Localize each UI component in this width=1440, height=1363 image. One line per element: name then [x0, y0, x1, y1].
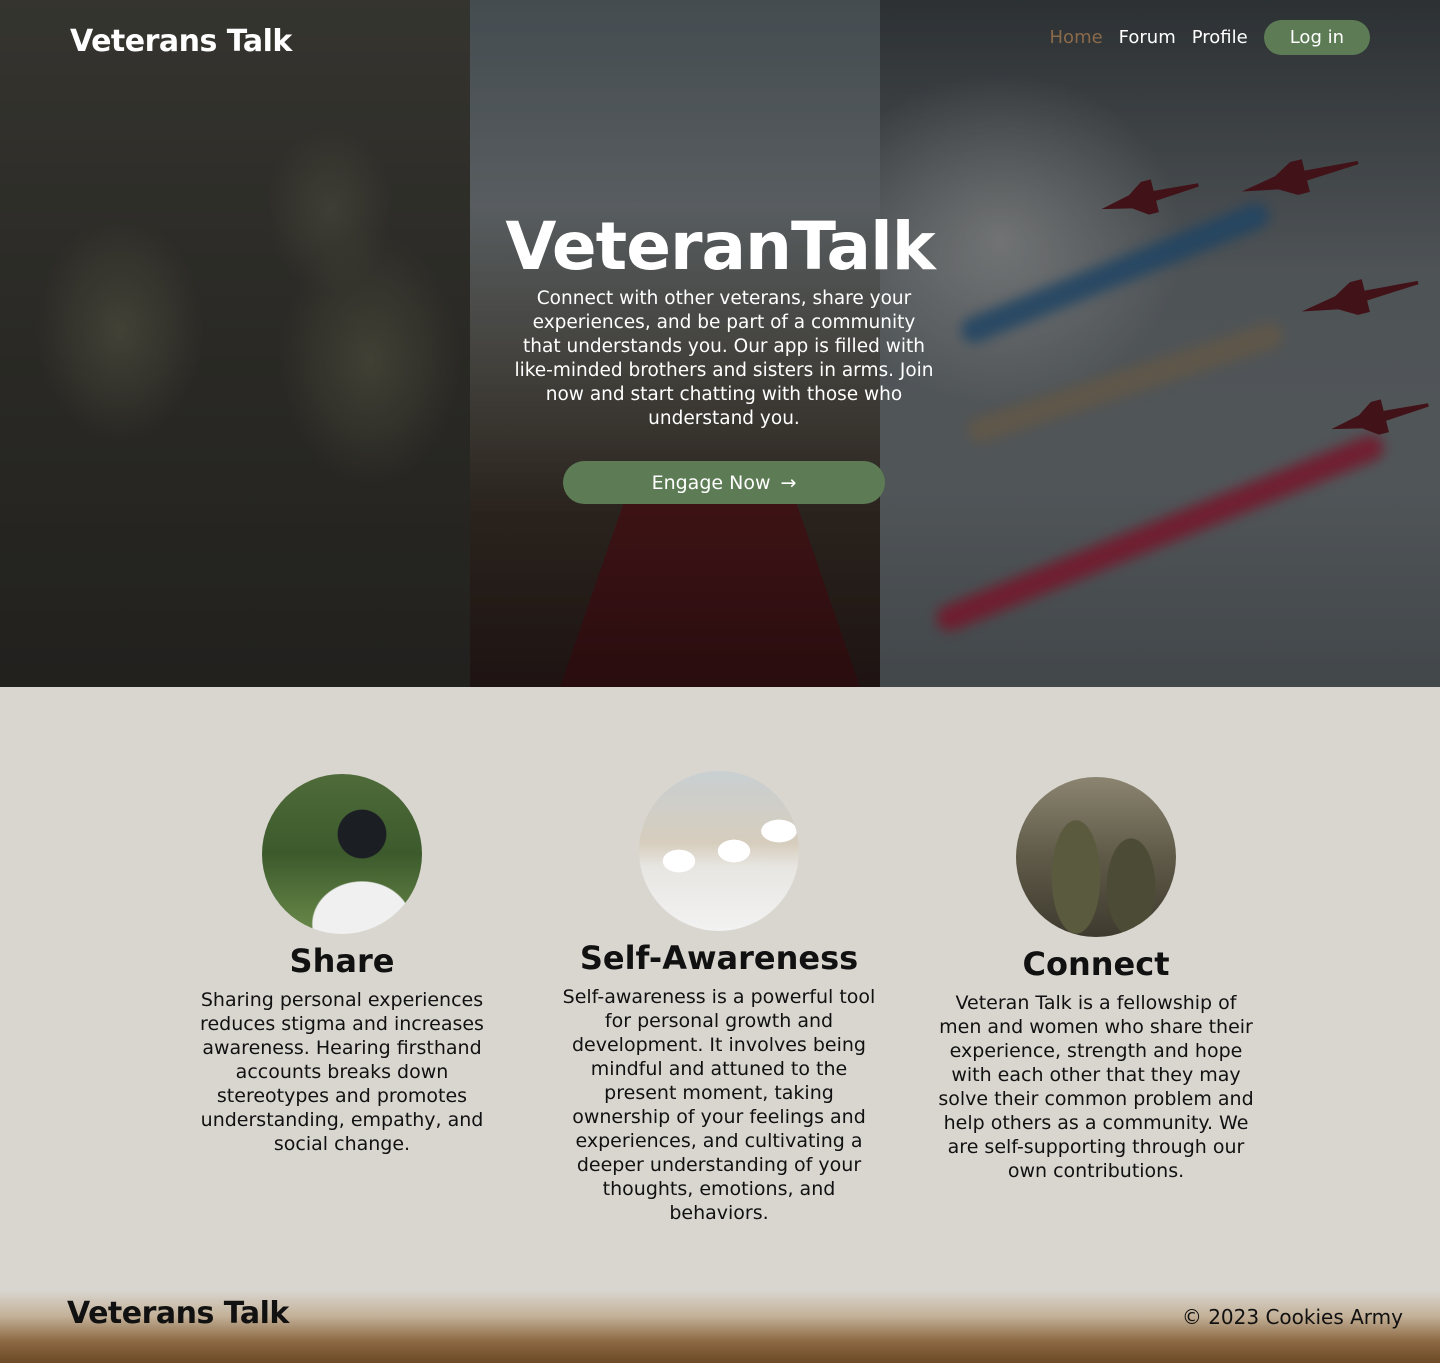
- feature-connect-title: Connect: [1022, 945, 1170, 983]
- nav-link-forum[interactable]: Forum: [1119, 27, 1176, 48]
- hero-description: Connect with other veterans, share your …: [514, 288, 934, 429]
- feature-share-title: Share: [289, 942, 395, 980]
- footer: Veterans Talk © 2023 Cookies Army: [0, 1290, 1440, 1363]
- feature-self-awareness-text: Self-awareness is a powerful tool for pe…: [562, 986, 876, 1224]
- engage-now-button[interactable]: Engage Now →: [563, 461, 885, 504]
- feature-share-text: Sharing personal experiences reduces sti…: [200, 989, 484, 1155]
- feature-self-awareness-photo: [639, 771, 799, 931]
- footer-brand-logo: Veterans Talk: [67, 1296, 289, 1331]
- arrow-right-icon: →: [780, 471, 797, 494]
- nav-link-profile[interactable]: Profile: [1192, 27, 1248, 48]
- engage-now-label: Engage Now: [651, 471, 771, 494]
- feature-share: Share Sharing personal experiences reduc…: [192, 774, 492, 1156]
- footer-copyright: © 2023 Cookies Army: [1181, 1305, 1403, 1329]
- hero-title: VeteranTalk: [505, 208, 935, 285]
- main-nav: Home Forum Profile Log in: [1050, 20, 1370, 55]
- login-button[interactable]: Log in: [1263, 20, 1370, 55]
- feature-self-awareness: Self-Awareness Self-awareness is a power…: [554, 771, 884, 1225]
- nav-link-home[interactable]: Home: [1050, 27, 1103, 48]
- feature-share-photo: [262, 774, 422, 934]
- hero-section: Veterans Talk Home Forum Profile Log in …: [0, 0, 1440, 687]
- feature-connect-photo: [1016, 777, 1176, 937]
- nav-brand-logo[interactable]: Veterans Talk: [70, 24, 292, 59]
- feature-connect-text: Veteran Talk is a fellowship of men and …: [938, 992, 1254, 1182]
- feature-self-awareness-title: Self-Awareness: [579, 939, 859, 977]
- feature-connect: Connect Veteran Talk is a fellowship of …: [936, 777, 1256, 1183]
